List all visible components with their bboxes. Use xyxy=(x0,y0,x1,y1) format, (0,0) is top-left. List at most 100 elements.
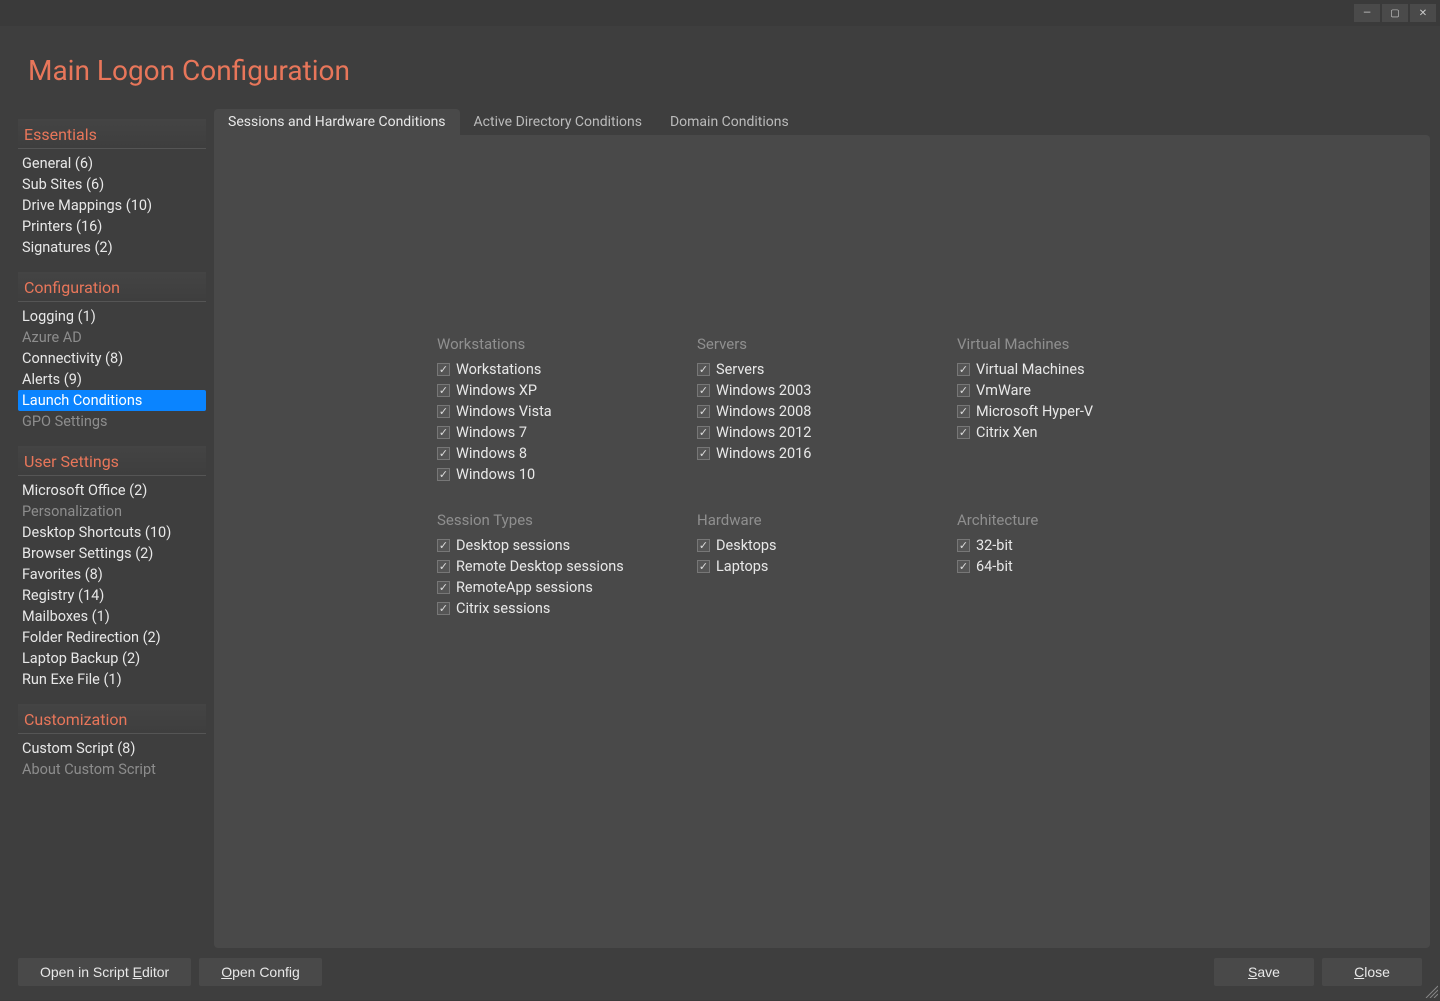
checkbox-row[interactable]: ✓VmWare xyxy=(957,380,1207,401)
checkbox-row[interactable]: ✓Windows 2008 xyxy=(697,401,947,422)
checkbox-icon[interactable]: ✓ xyxy=(437,602,450,615)
checkbox-row[interactable]: ✓Remote Desktop sessions xyxy=(437,556,687,577)
checkbox-row[interactable]: ✓ Windows 2016 xyxy=(697,443,947,464)
main-row: EssentialsGeneral (6)Sub Sites (6)Drive … xyxy=(0,107,1440,948)
checkbox-label: Citrix Xen xyxy=(976,424,1038,441)
tab[interactable]: Active Directory Conditions xyxy=(460,109,656,135)
condition-group-title: Virtual Machines xyxy=(957,335,1207,353)
checkbox-row[interactable]: ✓Windows Vista xyxy=(437,401,687,422)
sidebar-item[interactable]: Azure AD xyxy=(18,327,206,348)
sidebar-item[interactable]: Registry (14) xyxy=(18,585,206,606)
close-button[interactable]: Close xyxy=(1322,958,1422,986)
checkbox-icon[interactable]: ✓ xyxy=(697,539,710,552)
tab[interactable]: Sessions and Hardware Conditions xyxy=(214,109,460,135)
footer: Open in Script Editor Open Config Save C… xyxy=(0,948,1440,1000)
checkbox-row[interactable]: ✓Microsoft Hyper-V xyxy=(957,401,1207,422)
open-config-button[interactable]: Open Config xyxy=(199,958,322,986)
sidebar-item[interactable]: Drive Mappings (10) xyxy=(18,195,206,216)
checkbox-icon[interactable]: ✓ xyxy=(437,384,450,397)
checkbox-icon[interactable]: ✓ xyxy=(697,560,710,573)
sidebar-section-header: User Settings xyxy=(18,446,206,476)
close-window-button[interactable]: ✕ xyxy=(1410,4,1436,22)
checkbox-label: Windows 2012 xyxy=(716,424,811,441)
checkbox-icon[interactable]: ✓ xyxy=(697,384,710,397)
sidebar-section-header: Customization xyxy=(18,704,206,734)
checkbox-icon[interactable]: ✓ xyxy=(437,539,450,552)
checkbox-icon[interactable]: ✓ xyxy=(957,539,970,552)
checkbox-icon[interactable]: ✓ xyxy=(697,426,710,439)
checkbox-icon[interactable]: ✓ xyxy=(957,405,970,418)
checkbox-icon[interactable]: ✓ xyxy=(437,447,450,460)
checkbox-icon[interactable]: ✓ xyxy=(957,560,970,573)
checkbox-row[interactable]: ✓Windows XP xyxy=(437,380,687,401)
sidebar-item[interactable]: Browser Settings (2) xyxy=(18,543,206,564)
checkbox-icon[interactable]: ✓ xyxy=(437,581,450,594)
minimize-button[interactable]: — xyxy=(1354,4,1380,22)
checkbox-icon[interactable]: ✓ xyxy=(697,405,710,418)
checkbox-label: Windows 2003 xyxy=(716,382,811,399)
sidebar-item[interactable]: Connectivity (8) xyxy=(18,348,206,369)
sidebar-item[interactable]: About Custom Script xyxy=(18,759,206,780)
sidebar-item[interactable]: Laptop Backup (2) xyxy=(18,648,206,669)
checkbox-icon[interactable]: ✓ xyxy=(697,363,710,376)
sidebar-item[interactable]: Favorites (8) xyxy=(18,564,206,585)
checkbox-row[interactable]: ✓Windows 10 xyxy=(437,464,687,485)
sidebar-item[interactable]: Alerts (9) xyxy=(18,369,206,390)
checkbox-icon[interactable]: ✓ xyxy=(957,426,970,439)
checkbox-icon[interactable]: ✓ xyxy=(437,363,450,376)
checkbox-label: Desktop sessions xyxy=(456,537,570,554)
checkbox-icon[interactable]: ✓ xyxy=(437,560,450,573)
sidebar-item[interactable]: Launch Conditions xyxy=(18,390,206,411)
checkbox-row[interactable]: ✓Desktops xyxy=(697,535,947,556)
checkbox-row[interactable]: ✓32-bit xyxy=(957,535,1207,556)
condition-group: Workstations✓Workstations✓Windows XP✓Win… xyxy=(437,335,687,485)
checkbox-row[interactable]: ✓ RemoteApp sessions xyxy=(437,577,687,598)
checkbox-icon[interactable]: ✓ xyxy=(437,426,450,439)
sidebar-item[interactable]: Desktop Shortcuts (10) xyxy=(18,522,206,543)
checkbox-icon[interactable]: ✓ xyxy=(957,384,970,397)
checkbox-label: Windows 7 xyxy=(456,424,527,441)
checkbox-row[interactable]: ✓ Windows 2003 xyxy=(697,380,947,401)
checkbox-row[interactable]: ✓Laptops xyxy=(697,556,947,577)
condition-group-title: Session Types xyxy=(437,511,687,529)
tab[interactable]: Domain Conditions xyxy=(656,109,803,135)
save-button[interactable]: Save xyxy=(1214,958,1314,986)
sidebar-item[interactable]: Signatures (2) xyxy=(18,237,206,258)
sidebar-item[interactable]: Printers (16) xyxy=(18,216,206,237)
checkbox-row[interactable]: ✓ Windows 7 xyxy=(437,422,687,443)
checkbox-label: 64-bit xyxy=(976,558,1013,575)
window: — ▢ ✕ Main Logon Configuration Essential… xyxy=(0,0,1440,1000)
checkbox-label: RemoteApp sessions xyxy=(456,579,593,596)
sidebar-item[interactable]: Custom Script (8) xyxy=(18,738,206,759)
content: Sessions and Hardware ConditionsActive D… xyxy=(214,107,1430,948)
maximize-button[interactable]: ▢ xyxy=(1382,4,1408,22)
sidebar-item[interactable]: GPO Settings xyxy=(18,411,206,432)
checkbox-row[interactable]: ✓Servers xyxy=(697,359,947,380)
checkbox-row[interactable]: ✓Citrix sessions xyxy=(437,598,687,619)
checkbox-label: Windows 2016 xyxy=(716,445,811,462)
condition-group: Virtual Machines ✓Virtual Machines✓VmWare… xyxy=(957,335,1207,485)
sidebar-item[interactable]: General (6) xyxy=(18,153,206,174)
checkbox-row[interactable]: ✓Workstations xyxy=(437,359,687,380)
checkbox-icon[interactable]: ✓ xyxy=(437,468,450,481)
sidebar-item[interactable]: Mailboxes (1) xyxy=(18,606,206,627)
sidebar-item[interactable]: Logging (1) xyxy=(18,306,206,327)
checkbox-icon[interactable]: ✓ xyxy=(957,363,970,376)
sidebar-item[interactable]: Sub Sites (6) xyxy=(18,174,206,195)
sidebar: EssentialsGeneral (6)Sub Sites (6)Drive … xyxy=(18,107,206,948)
sidebar-item[interactable]: Personalization xyxy=(18,501,206,522)
checkbox-row[interactable]: ✓Virtual Machines xyxy=(957,359,1207,380)
condition-group-title: Hardware xyxy=(697,511,947,529)
sidebar-item[interactable]: Microsoft Office (2) xyxy=(18,480,206,501)
checkbox-icon[interactable]: ✓ xyxy=(437,405,450,418)
checkbox-row[interactable]: ✓ Windows 2012 xyxy=(697,422,947,443)
checkbox-icon[interactable]: ✓ xyxy=(697,447,710,460)
sidebar-item[interactable]: Folder Redirection (2) xyxy=(18,627,206,648)
checkbox-row[interactable]: ✓ Desktop sessions xyxy=(437,535,687,556)
open-script-editor-button[interactable]: Open in Script Editor xyxy=(18,958,191,986)
checkbox-row[interactable]: ✓ 64-bit xyxy=(957,556,1207,577)
checkbox-row[interactable]: ✓ Citrix Xen xyxy=(957,422,1207,443)
checkbox-row[interactable]: ✓Windows 8 xyxy=(437,443,687,464)
tabs: Sessions and Hardware ConditionsActive D… xyxy=(214,107,1430,135)
sidebar-item[interactable]: Run Exe File (1) xyxy=(18,669,206,690)
